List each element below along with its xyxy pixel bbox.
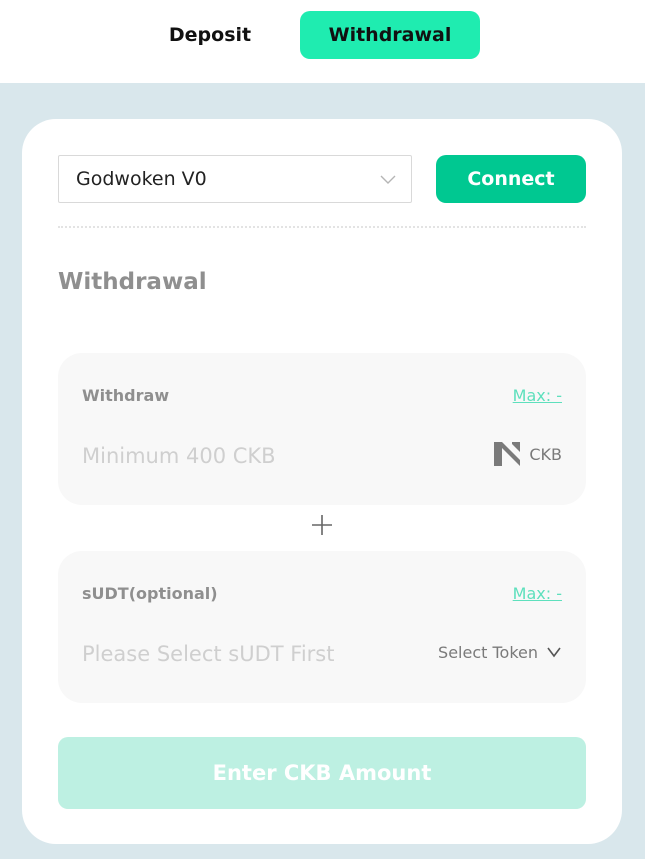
- withdraw-amount-input[interactable]: [82, 439, 412, 473]
- section-title: Withdrawal: [58, 269, 207, 295]
- connect-button[interactable]: Connect: [436, 155, 586, 203]
- sudt-amount-input[interactable]: [82, 637, 412, 671]
- withdraw-max-link[interactable]: Max: -: [513, 386, 562, 405]
- nervos-ckb-logo-icon: [494, 442, 521, 466]
- select-token-dropdown[interactable]: Select Token: [438, 637, 562, 667]
- ckb-token: CKB: [493, 439, 562, 469]
- chevron-down-icon: [380, 175, 396, 184]
- sudt-amount-box: sUDT(optional) Max: - Select Token: [58, 551, 586, 703]
- divider: [58, 226, 586, 228]
- network-select[interactable]: Godwoken V0: [58, 155, 412, 203]
- sudt-label: sUDT(optional): [82, 584, 218, 603]
- select-token-label: Select Token: [438, 642, 538, 662]
- plus-icon: [312, 515, 332, 535]
- top-tab-bar: Deposit Withdrawal: [0, 0, 645, 83]
- network-select-value: Godwoken V0: [76, 168, 207, 190]
- ckb-token-label: CKB: [529, 444, 562, 464]
- withdraw-label: Withdraw: [82, 386, 170, 405]
- tab-deposit[interactable]: Deposit: [140, 11, 280, 59]
- enter-ckb-amount-button[interactable]: Enter CKB Amount: [58, 737, 586, 809]
- withdraw-amount-box: Withdraw Max: - CKB: [58, 353, 586, 505]
- sudt-max-link[interactable]: Max: -: [513, 584, 562, 603]
- tab-withdrawal[interactable]: Withdrawal: [300, 11, 480, 59]
- chevron-down-icon: [547, 647, 561, 658]
- withdrawal-card: Godwoken V0 Connect Withdrawal Withdraw …: [22, 119, 622, 844]
